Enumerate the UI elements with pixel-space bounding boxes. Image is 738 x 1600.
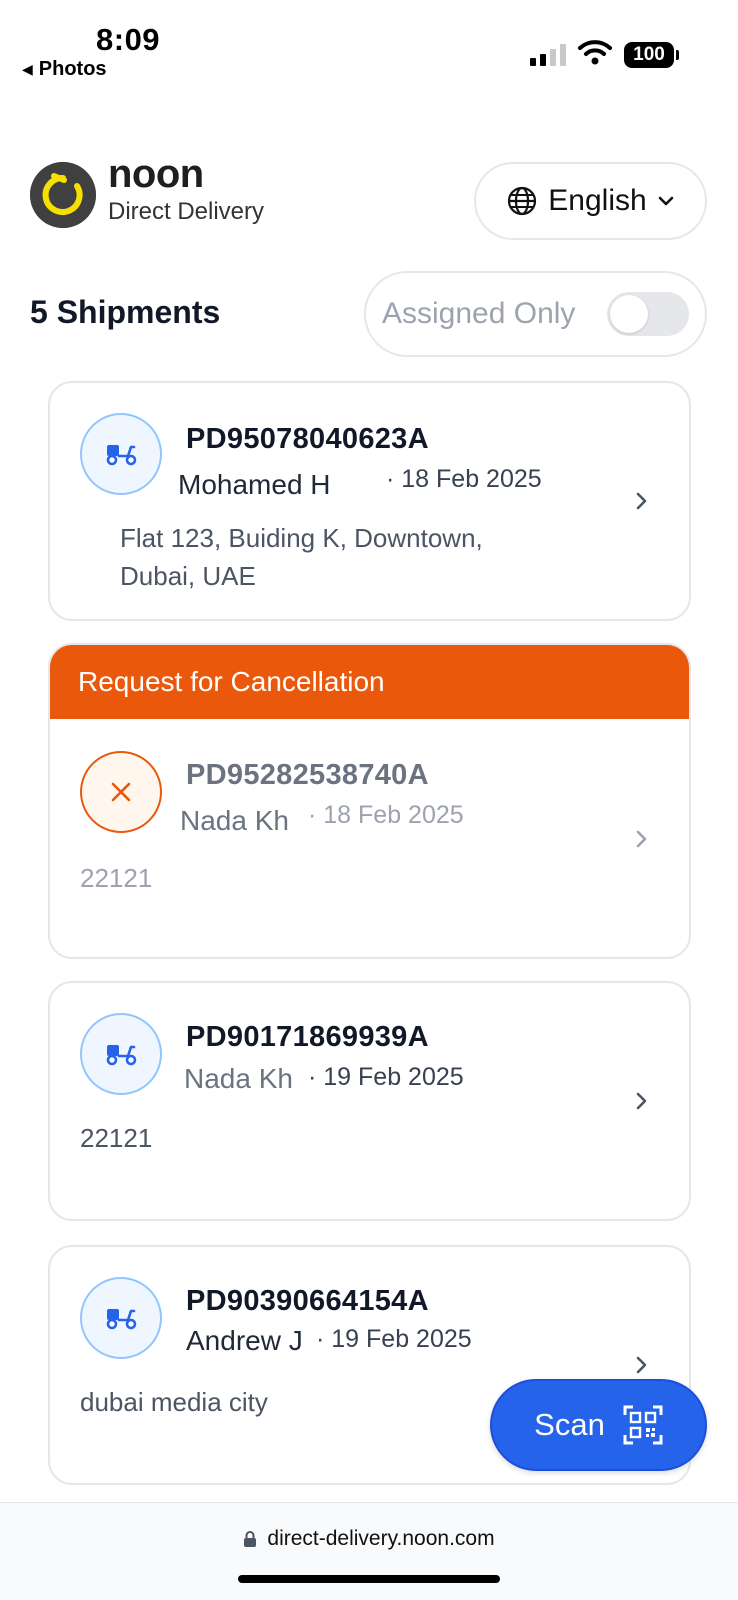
noon-logo [30,162,96,228]
status-bar: 8:09 ◀ Photos 100 [0,0,738,100]
shipment-date: · 19 Feb 2025 [308,1063,464,1091]
chevron-right-icon [636,492,647,510]
brand-name: noon [108,152,204,196]
shipment-awb: PD95282538740A [186,759,429,791]
shipment-address: Flat 123, Buiding K, Downtown, Dubai, UA… [120,519,483,595]
shipment-awb: PD90390664154A [186,1285,429,1317]
shipment-date: · 18 Feb 2025 [386,465,542,493]
shipment-card-cancellation[interactable]: Request for Cancellation PD95282538740A … [48,643,691,959]
shipment-customer: Nada Kh [184,1063,293,1094]
shipment-customer: Nada Kh [180,805,289,836]
shipment-address: 22121 [80,1123,153,1153]
scan-label: Scan [534,1407,605,1442]
chevron-right-icon [636,830,647,848]
shipment-awb: PD95078040623A [186,423,429,455]
battery-level: 100 [633,44,665,65]
shipment-date: · 18 Feb 2025 [308,801,464,829]
url-display[interactable]: direct-delivery.noon.com [0,1527,738,1551]
lock-icon [244,1531,257,1547]
shipment-type-badge [80,413,162,495]
shipment-card[interactable]: PD95078040623A Mohamed H · 18 Feb 2025 F… [48,381,691,621]
assigned-only-switch[interactable] [607,292,689,336]
chevron-right-icon [636,1092,647,1110]
scooter-icon [106,1045,137,1066]
cellular-signal-icon [530,42,566,66]
url-text: direct-delivery.noon.com [267,1527,495,1550]
shipment-address-line2: Dubai, UAE [120,561,256,591]
assigned-only-filter[interactable]: Assigned Only [364,271,707,357]
globe-icon [508,186,537,216]
back-to-photos-link[interactable]: ◀ Photos [22,58,107,81]
shipment-date: · 19 Feb 2025 [316,1325,472,1353]
scooter-icon [106,445,137,466]
cancellation-badge [80,751,162,833]
shipment-card[interactable]: PD90171869939A Nada Kh · 19 Feb 2025 221… [48,981,691,1221]
shipment-customer: Andrew J [186,1325,303,1356]
status-time: 8:09 [96,22,161,57]
cancellation-banner: Request for Cancellation [50,645,689,719]
shipment-awb: PD90171869939A [186,1021,429,1053]
chevron-right-icon [636,1356,647,1374]
shipments-count-title: 5 Shipments [30,294,221,330]
brand-subtitle: Direct Delivery [108,198,265,225]
shipment-address: dubai media city [80,1387,268,1417]
language-selector[interactable]: English [474,162,707,240]
chevron-down-icon [658,196,674,206]
back-arrow-icon: ◀ [22,61,33,77]
battery-icon: 100 [624,42,679,68]
scooter-icon [106,1309,137,1330]
qr-code-icon [623,1405,663,1445]
shipment-address-line1: Flat 123, Buiding K, Downtown, [120,523,483,553]
browser-url-bar[interactable]: direct-delivery.noon.com [0,1502,738,1600]
back-app-label: Photos [38,58,107,80]
shipment-type-badge [80,1013,162,1095]
home-indicator[interactable] [238,1575,500,1583]
shipment-type-badge [80,1277,162,1359]
assigned-only-label: Assigned Only [382,297,576,330]
shipment-customer: Mohamed H [178,469,331,500]
switch-knob [610,295,648,333]
language-label: English [548,184,647,217]
scan-button[interactable]: Scan [490,1379,707,1471]
close-icon [111,782,131,802]
noon-logo-icon [30,162,96,228]
wifi-icon [578,40,612,65]
shipment-address: 22121 [80,863,153,893]
